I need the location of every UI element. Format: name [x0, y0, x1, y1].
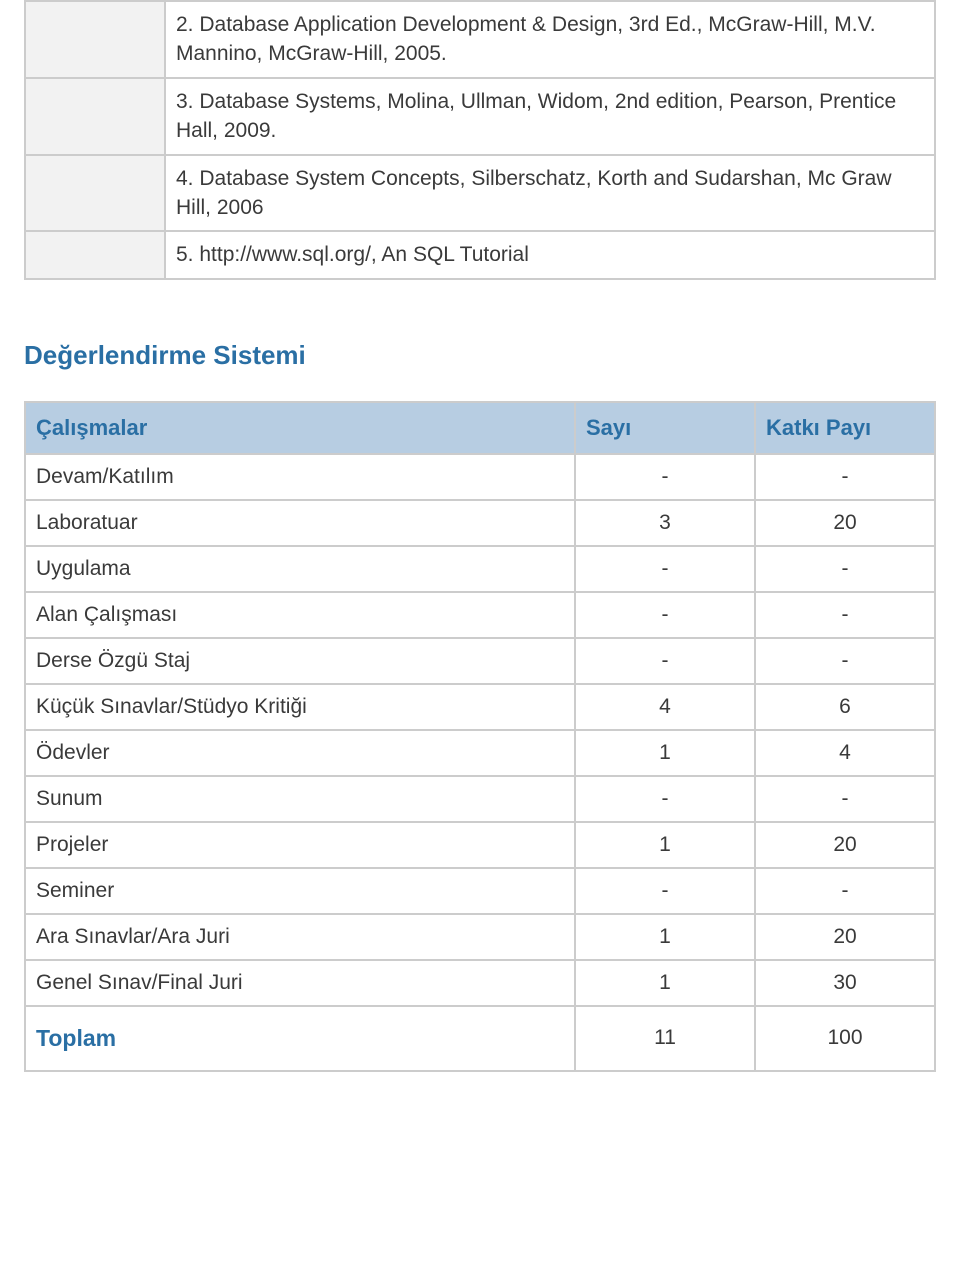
eval-row: Genel Sınav/Final Juri 1 30 [25, 960, 935, 1006]
references-table: 2. Database Application Development & De… [24, 0, 936, 280]
reference-text: 5. http://www.sql.org/, An SQL Tutorial [165, 231, 935, 278]
eval-label: Seminer [25, 868, 575, 914]
eval-count: 4 [575, 684, 755, 730]
eval-label: Ara Sınavlar/Ara Juri [25, 914, 575, 960]
section-title: Değerlendirme Sistemi [24, 340, 936, 371]
reference-text: 4. Database System Concepts, Silberschat… [165, 155, 935, 232]
eval-weight: 4 [755, 730, 935, 776]
eval-count: - [575, 592, 755, 638]
eval-weight: 6 [755, 684, 935, 730]
eval-label: Devam/Katılım [25, 454, 575, 500]
eval-label: Genel Sınav/Final Juri [25, 960, 575, 1006]
eval-row: Laboratuar 3 20 [25, 500, 935, 546]
eval-row: Derse Özgü Staj - - [25, 638, 935, 684]
eval-count: - [575, 776, 755, 822]
eval-count: - [575, 868, 755, 914]
eval-label: Projeler [25, 822, 575, 868]
eval-label: Laboratuar [25, 500, 575, 546]
eval-count: 1 [575, 822, 755, 868]
evaluation-table: Çalışmalar Sayı Katkı Payı Devam/Katılım… [24, 401, 936, 1072]
eval-row: Seminer - - [25, 868, 935, 914]
eval-count: - [575, 638, 755, 684]
reference-text: 2. Database Application Development & De… [165, 1, 935, 78]
eval-weight: 20 [755, 822, 935, 868]
eval-row: Ödevler 1 4 [25, 730, 935, 776]
eval-label: Alan Çalışması [25, 592, 575, 638]
eval-label: Ödevler [25, 730, 575, 776]
eval-weight: - [755, 868, 935, 914]
eval-total-count: 11 [575, 1006, 755, 1071]
eval-count: 1 [575, 730, 755, 776]
eval-label: Küçük Sınavlar/Stüdyo Kritiği [25, 684, 575, 730]
reference-row: 2. Database Application Development & De… [25, 1, 935, 78]
reference-leftcell [25, 155, 165, 232]
reference-text: 3. Database Systems, Molina, Ullman, Wid… [165, 78, 935, 155]
eval-row: Ara Sınavlar/Ara Juri 1 20 [25, 914, 935, 960]
reference-row: 4. Database System Concepts, Silberschat… [25, 155, 935, 232]
eval-total-row: Toplam 11 100 [25, 1006, 935, 1071]
eval-weight: 20 [755, 500, 935, 546]
reference-leftcell [25, 231, 165, 278]
eval-header-katki: Katkı Payı [755, 402, 935, 454]
eval-count: - [575, 546, 755, 592]
eval-weight: - [755, 592, 935, 638]
eval-header-sayi: Sayı [575, 402, 755, 454]
reference-leftcell [25, 1, 165, 78]
eval-row: Uygulama - - [25, 546, 935, 592]
eval-weight: 20 [755, 914, 935, 960]
eval-weight: - [755, 454, 935, 500]
eval-count: 1 [575, 914, 755, 960]
eval-label: Sunum [25, 776, 575, 822]
eval-label: Uygulama [25, 546, 575, 592]
eval-count: 1 [575, 960, 755, 1006]
eval-row: Sunum - - [25, 776, 935, 822]
reference-leftcell [25, 78, 165, 155]
eval-header-calismalar: Çalışmalar [25, 402, 575, 454]
eval-total-label: Toplam [25, 1006, 575, 1071]
eval-row: Alan Çalışması - - [25, 592, 935, 638]
eval-weight: - [755, 546, 935, 592]
reference-row: 5. http://www.sql.org/, An SQL Tutorial [25, 231, 935, 278]
eval-row: Projeler 1 20 [25, 822, 935, 868]
eval-weight: - [755, 776, 935, 822]
eval-weight: - [755, 638, 935, 684]
eval-count: 3 [575, 500, 755, 546]
eval-count: - [575, 454, 755, 500]
eval-label: Derse Özgü Staj [25, 638, 575, 684]
eval-weight: 30 [755, 960, 935, 1006]
eval-row: Devam/Katılım - - [25, 454, 935, 500]
eval-header-row: Çalışmalar Sayı Katkı Payı [25, 402, 935, 454]
reference-row: 3. Database Systems, Molina, Ullman, Wid… [25, 78, 935, 155]
eval-total-weight: 100 [755, 1006, 935, 1071]
eval-row: Küçük Sınavlar/Stüdyo Kritiği 4 6 [25, 684, 935, 730]
